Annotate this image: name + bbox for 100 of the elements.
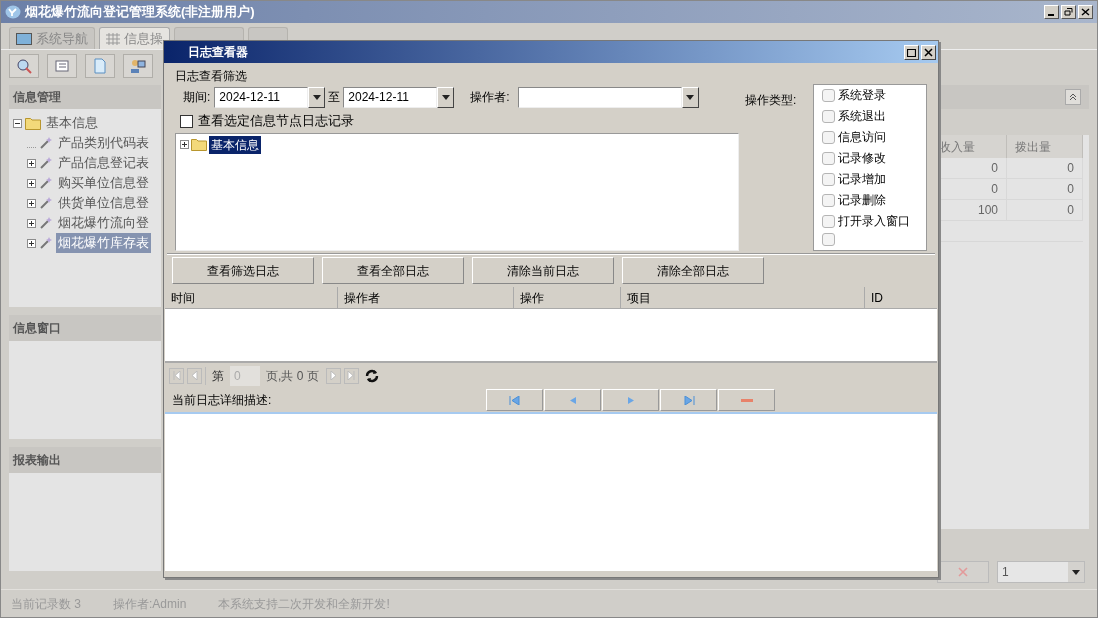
first-page-icon bbox=[172, 371, 181, 380]
detail-label: 当前日志详细描述: bbox=[172, 392, 273, 409]
monitor-icon bbox=[16, 32, 32, 45]
next-page-button[interactable] bbox=[325, 367, 341, 384]
prev-page-icon bbox=[190, 371, 199, 380]
last-record-button[interactable] bbox=[660, 389, 717, 411]
caret-icon bbox=[441, 94, 450, 100]
action-button[interactable]: 查看筛选日志 bbox=[172, 257, 314, 284]
page-size-dropdown[interactable]: 1 bbox=[997, 561, 1085, 583]
dropdown-button[interactable] bbox=[437, 86, 455, 108]
maximize-button[interactable] bbox=[904, 44, 919, 60]
expand-icon[interactable] bbox=[27, 238, 36, 248]
tree-item[interactable]: 烟花爆竹流向登 bbox=[56, 213, 151, 233]
close-button[interactable] bbox=[921, 44, 936, 60]
caret-icon bbox=[1072, 569, 1080, 575]
last-page-icon bbox=[347, 371, 356, 380]
panel-title: 信息管理 bbox=[13, 89, 61, 106]
previous-record-button[interactable] bbox=[544, 389, 601, 411]
tree-item[interactable]: 产品类别代码表 bbox=[56, 133, 151, 153]
window-title: 烟花爆竹流向登记管理系统(非注册用户) bbox=[25, 3, 255, 22]
action-button[interactable]: 查看全部日志 bbox=[322, 257, 464, 284]
checkbox-label: 打开录入窗口 bbox=[838, 213, 910, 230]
search-icon bbox=[16, 57, 32, 74]
checkbox[interactable] bbox=[822, 233, 835, 246]
checkbox[interactable] bbox=[822, 172, 835, 186]
operator-field[interactable] bbox=[517, 86, 682, 108]
date-to-field[interactable]: 2024-12-11 bbox=[343, 86, 438, 108]
column-header: 时间 bbox=[165, 287, 338, 308]
wand-icon bbox=[39, 216, 53, 230]
prev-page-button[interactable] bbox=[187, 367, 202, 384]
dialog-title: 日志查看器 bbox=[188, 44, 248, 61]
wand-icon bbox=[39, 176, 53, 190]
checkbox[interactable] bbox=[822, 214, 835, 228]
checkbox-label: 查看选定信息节点日志记录 bbox=[198, 112, 354, 131]
checkbox-label: 记录增加 bbox=[838, 171, 886, 188]
tree-item[interactable]: 产品信息登记表 bbox=[56, 153, 151, 173]
field-label: 操作者: bbox=[469, 89, 511, 106]
checkbox-label: 记录删除 bbox=[838, 192, 886, 209]
user-button[interactable] bbox=[123, 53, 153, 78]
folder-icon bbox=[25, 116, 41, 130]
pager-total: 页,共 0 页 bbox=[266, 367, 320, 385]
expand-icon[interactable] bbox=[27, 198, 36, 208]
action-button[interactable]: 清除当前日志 bbox=[472, 257, 614, 284]
first-page-button[interactable] bbox=[169, 367, 184, 384]
column-header: 项目 bbox=[621, 287, 865, 308]
checkbox[interactable] bbox=[822, 88, 835, 102]
checkbox-label: 系统登录 bbox=[838, 87, 886, 104]
table-cell: 0 bbox=[1007, 179, 1083, 199]
action-button[interactable]: 清除全部日志 bbox=[622, 257, 764, 284]
expand-icon[interactable] bbox=[180, 140, 189, 149]
field-label: 期间: bbox=[182, 89, 212, 106]
document-button[interactable] bbox=[85, 53, 115, 78]
list-icon bbox=[54, 57, 70, 74]
folder-icon bbox=[191, 138, 207, 151]
last-page-button[interactable] bbox=[343, 367, 359, 384]
checkbox[interactable] bbox=[822, 109, 835, 123]
app-logo-icon bbox=[5, 5, 21, 19]
search-button[interactable] bbox=[9, 53, 39, 78]
section-label: 日志查看筛选 bbox=[175, 68, 248, 85]
grid-icon bbox=[106, 32, 120, 45]
column-header: ID bbox=[870, 289, 884, 307]
close-icon[interactable] bbox=[1078, 5, 1093, 19]
minus-button[interactable] bbox=[718, 389, 775, 411]
next-record-button[interactable] bbox=[602, 389, 659, 411]
list-button[interactable] bbox=[47, 53, 77, 78]
tree-item[interactable]: 基本信息 bbox=[44, 113, 100, 133]
refresh-icon[interactable] bbox=[364, 368, 379, 383]
maximize-icon bbox=[907, 47, 916, 57]
user-icon bbox=[130, 57, 146, 74]
panel-title: 报表输出 bbox=[13, 452, 61, 469]
tree-item[interactable]: 供货单位信息登 bbox=[56, 193, 151, 213]
next-page-icon bbox=[329, 371, 338, 380]
tree-item[interactable]: 基本信息 bbox=[209, 135, 261, 154]
first-record-icon bbox=[508, 395, 521, 405]
minimize-icon[interactable] bbox=[1044, 5, 1059, 19]
field-label: 操作类型: bbox=[745, 92, 798, 107]
expand-icon[interactable] bbox=[27, 158, 36, 168]
panel-title: 信息窗口 bbox=[13, 320, 61, 337]
checkbox[interactable] bbox=[180, 114, 193, 128]
tree-item[interactable]: 购买单位信息登 bbox=[56, 173, 151, 193]
checkbox[interactable] bbox=[822, 130, 835, 144]
restore-icon[interactable] bbox=[1061, 5, 1076, 19]
collapse-icon[interactable] bbox=[13, 118, 22, 128]
dropdown-button[interactable] bbox=[308, 86, 326, 108]
delete-button[interactable] bbox=[937, 561, 989, 583]
first-record-button[interactable] bbox=[486, 389, 543, 411]
wand-icon bbox=[39, 136, 53, 150]
checkbox[interactable] bbox=[822, 193, 835, 207]
collapse-button[interactable] bbox=[1065, 89, 1081, 105]
expand-icon[interactable] bbox=[27, 178, 36, 188]
expand-icon[interactable] bbox=[27, 218, 36, 228]
caret-icon bbox=[312, 94, 321, 100]
table-cell: 0 bbox=[1007, 200, 1083, 220]
checkbox-label: 记录修改 bbox=[838, 150, 886, 167]
column-header: 操作者 bbox=[338, 287, 514, 308]
checkbox-label: 系统退出 bbox=[838, 108, 886, 125]
date-from-field[interactable]: 2024-12-11 bbox=[214, 86, 309, 108]
double-chevron-icon bbox=[1069, 93, 1077, 101]
checkbox[interactable] bbox=[822, 151, 835, 165]
wand-icon bbox=[39, 196, 53, 210]
